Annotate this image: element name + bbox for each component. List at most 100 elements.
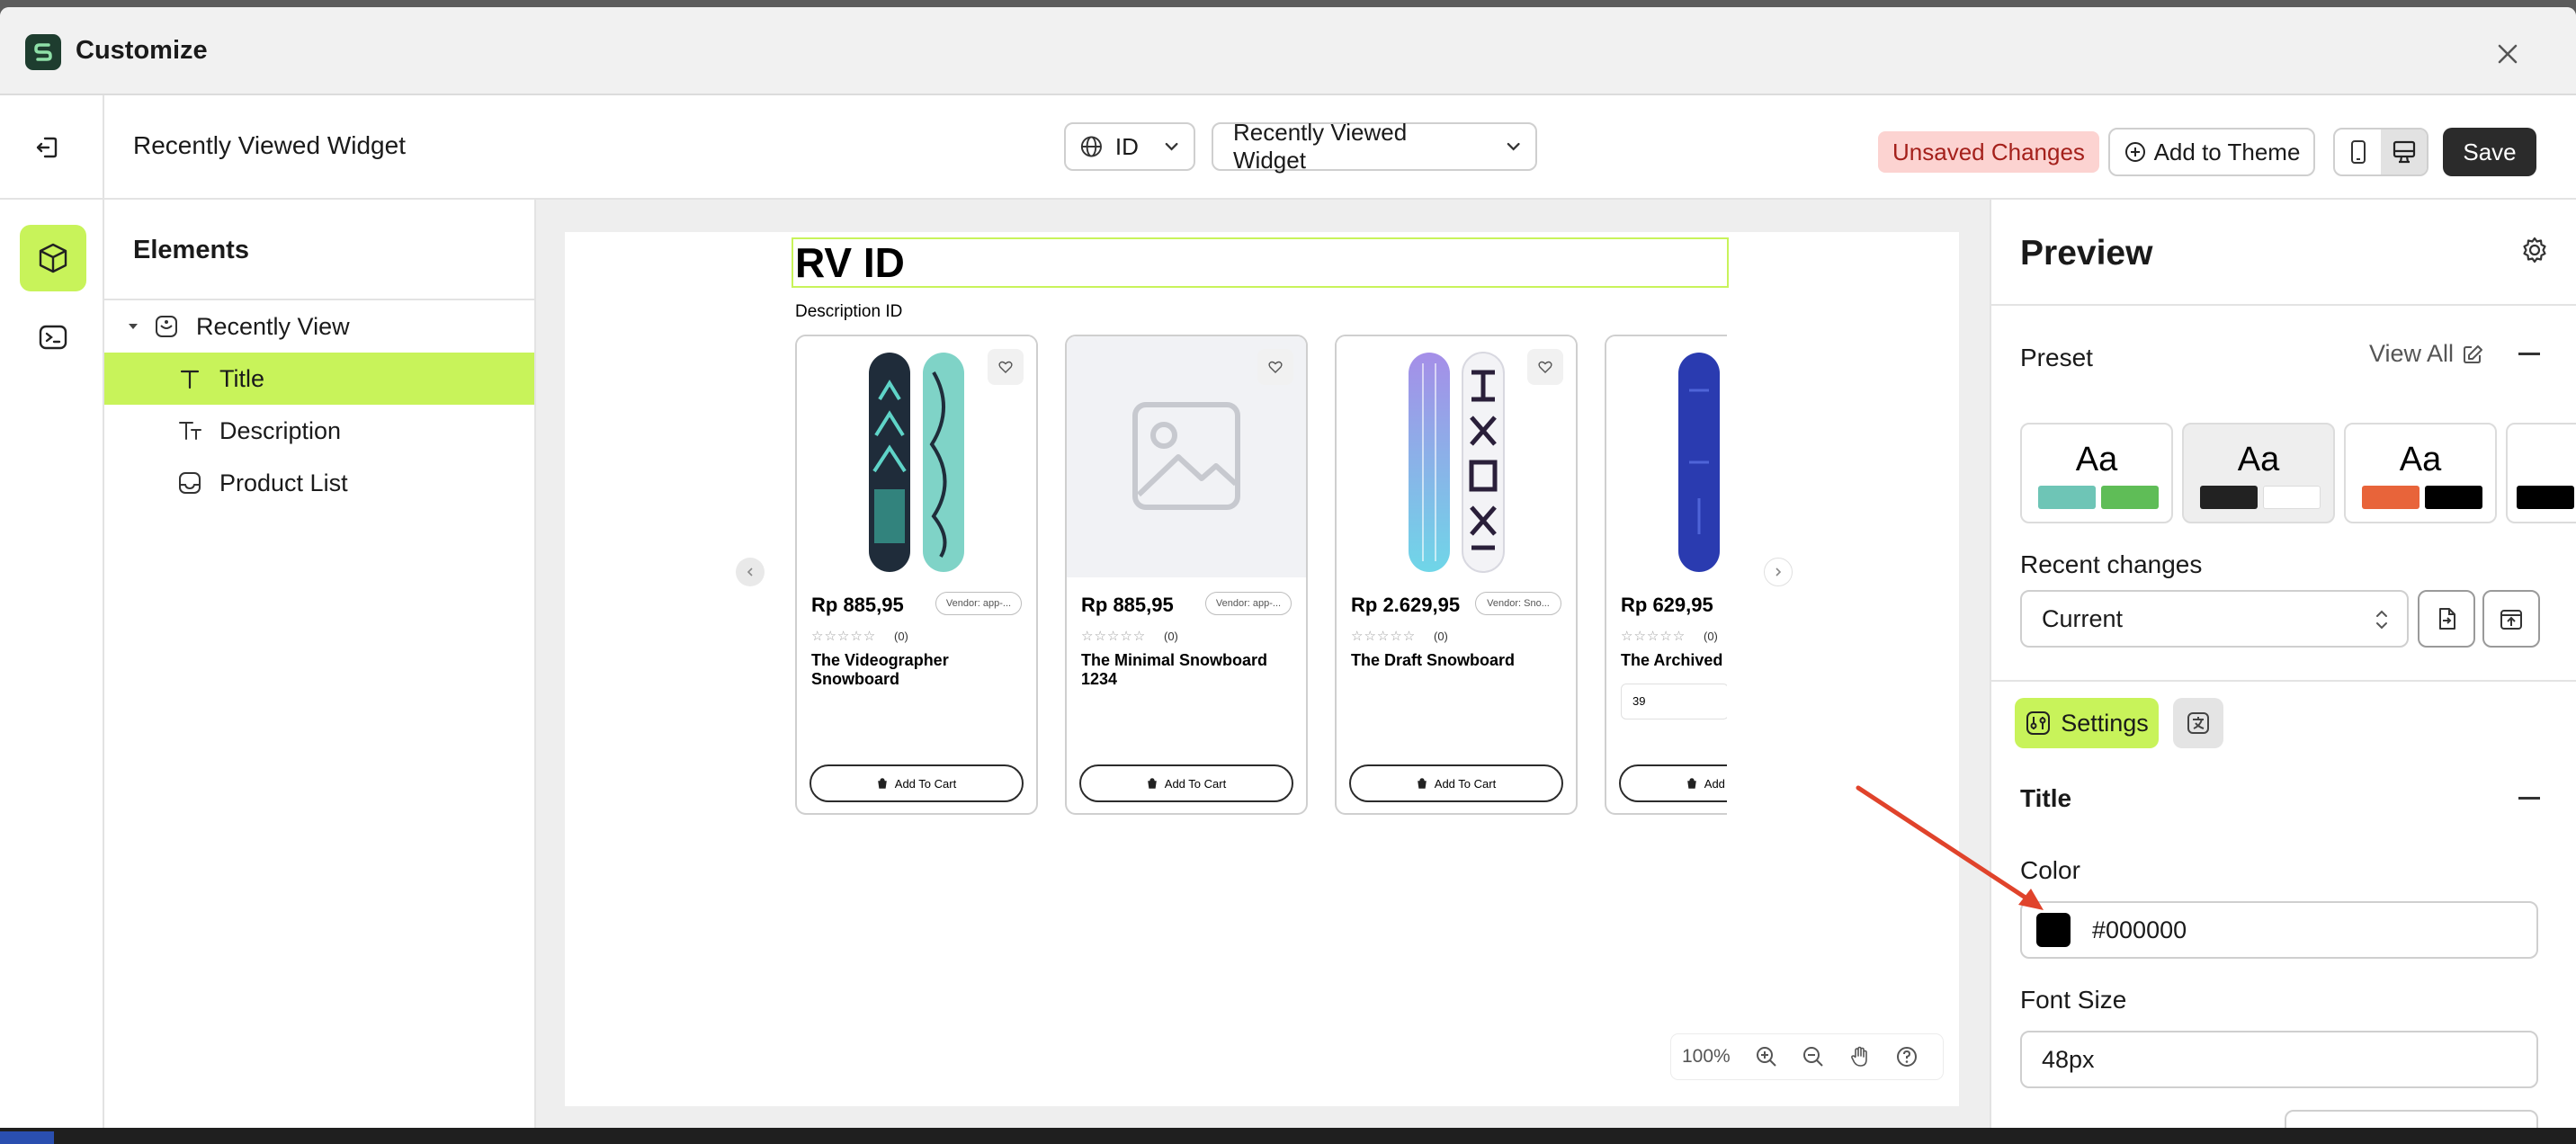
review-count: (0) [1434,630,1448,643]
tree-item-product-list[interactable]: Product List [104,457,534,509]
add-to-cart-label: Add To Cart [1704,776,1727,791]
translate-tab[interactable] [2173,698,2223,748]
code-rail-button[interactable] [20,304,86,371]
collapse-title-section-icon[interactable] [2518,797,2540,800]
elements-panel: Elements Recently View Title Description [104,200,536,1137]
add-to-cart-button[interactable]: Add To Cart [1349,764,1563,802]
tree-item-label: Description [219,416,342,444]
product-slider: Rp 885,95 Vendor: app-... ☆☆☆☆☆ (0) The … [793,333,1727,822]
panel-divider [1991,304,2576,306]
product-card[interactable]: Rp 2.629,95 Vendor: Sno... ☆☆☆☆☆ (0) The… [1335,335,1578,815]
tree-item-recently-view[interactable]: Recently View [104,300,534,353]
recent-changes-label: Recent changes [2020,550,2203,578]
collapse-preset-icon[interactable] [2518,353,2540,355]
wishlist-button[interactable] [1257,349,1293,385]
review-count: (0) [1164,630,1178,643]
view-all-label: View All [2369,340,2455,367]
help-button[interactable] [1883,1034,1930,1079]
zoom-out-icon [1802,1047,1823,1067]
terminal-icon [39,325,67,350]
rating-stars: ☆☆☆☆☆ [1621,629,1686,644]
wishlist-button[interactable] [988,349,1024,385]
preset-option[interactable]: Aa [2344,423,2497,523]
slider-next-button[interactable] [1764,558,1793,586]
recent-changes-select[interactable]: Current [2020,590,2409,648]
export-button[interactable] [2482,590,2540,648]
settings-tab-label: Settings [2061,709,2149,737]
title-color-field[interactable]: #000000 [2020,901,2538,959]
language-select[interactable]: ID [1064,122,1195,171]
product-card[interactable]: Rp 629,95 ☆☆☆☆☆ (0) The Archived Snowboa… [1605,335,1727,815]
add-to-cart-button[interactable]: Add To Cart [1619,764,1727,802]
elements-rail-button[interactable] [20,225,86,291]
slider-prev-button[interactable] [736,558,765,586]
settings-tab[interactable]: Settings [2015,698,2159,748]
plus-circle-icon [2124,142,2145,162]
zoom-out-button[interactable] [1790,1034,1837,1079]
taskbar-accent [0,1131,54,1144]
preset-option[interactable] [2506,423,2576,523]
language-value: ID [1114,132,1139,160]
product-card[interactable]: Rp 885,95 Vendor: app-... ☆☆☆☆☆ (0) The … [795,335,1038,815]
quantity-field[interactable]: 39 [1621,684,1727,719]
add-to-cart-button[interactable]: Add To Cart [809,764,1024,802]
preset-swatch [2101,486,2159,509]
panel-settings-button[interactable] [2517,232,2553,268]
font-size-input[interactable]: 48px [2020,1031,2538,1088]
preset-sample-text: Aa [2237,441,2280,478]
preset-swatch [2425,486,2482,509]
widget-description-text[interactable]: Description ID [795,302,902,322]
widget-select[interactable]: Recently Viewed Widget [1212,119,1537,174]
font-size-label: Font Size [2020,986,2127,1014]
device-toggle [2333,128,2428,176]
mobile-view-button[interactable] [2335,130,2381,174]
preset-swatch [2200,486,2258,509]
chevron-updown-icon [2376,610,2387,630]
product-price: Rp 629,95 [1621,594,1713,616]
bag-icon [1686,778,1696,789]
import-file-button[interactable] [2418,590,2475,648]
preview-panel-title: Preview [2020,234,2153,273]
zoom-in-button[interactable] [1743,1034,1790,1079]
header-divider [103,95,104,200]
tree-item-description[interactable]: Description [104,405,534,457]
tree-item-label: Product List [219,469,348,496]
pan-tool-button[interactable] [1837,1034,1883,1079]
preset-sample-text: Aa [2399,441,2442,478]
elements-panel-title: Elements [133,236,249,264]
mobile-icon [2350,140,2366,164]
product-price: Rp 2.629,95 [1351,594,1461,616]
chevron-right-icon [1775,568,1782,576]
tree-item-title[interactable]: Title [104,353,534,405]
hand-icon [1850,1046,1867,1067]
chevron-down-icon [1165,142,1178,151]
product-name[interactable]: The Archived Snowboard [1621,651,1727,670]
exit-editor-button[interactable] [27,128,67,167]
preset-option[interactable]: Aa [2020,423,2173,523]
wishlist-button[interactable] [1527,349,1563,385]
rating-stars: ☆☆☆☆☆ [811,629,877,644]
add-to-cart-button[interactable]: Add To Cart [1079,764,1293,802]
canvas-area: RV ID Description ID Rp 885,95 Vendor: a… [536,200,1990,1137]
zoom-in-icon [1756,1047,1776,1067]
product-name[interactable]: The Draft Snowboard [1351,651,1567,670]
close-window-button[interactable] [2488,34,2527,74]
widget-select-value: Recently Viewed Widget [1233,119,1408,174]
chevron-left-icon [747,568,753,576]
desktop-view-button[interactable] [2381,130,2427,174]
add-to-theme-button[interactable]: Add to Theme [2108,128,2315,176]
product-name[interactable]: The Videographer Snowboard [811,651,1027,689]
widget-title-text[interactable]: RV ID [792,237,1729,288]
bag-icon [1417,778,1427,789]
preset-option-selected[interactable]: Aa [2182,423,2335,523]
preset-swatch [2517,486,2574,509]
view-all-presets-link[interactable]: View All [2369,340,2484,368]
product-name[interactable]: The Minimal Snowboard 1234 [1081,651,1297,689]
widget-icon [153,313,180,340]
product-card[interactable]: Rp 885,95 Vendor: app-... ☆☆☆☆☆ (0) The … [1065,335,1308,815]
save-button[interactable]: Save [2443,128,2536,176]
exit-icon [36,137,58,158]
recent-changes-value: Current [2042,604,2124,632]
review-count: (0) [894,630,908,643]
vendor-pill: Vendor: app-... [935,592,1022,615]
